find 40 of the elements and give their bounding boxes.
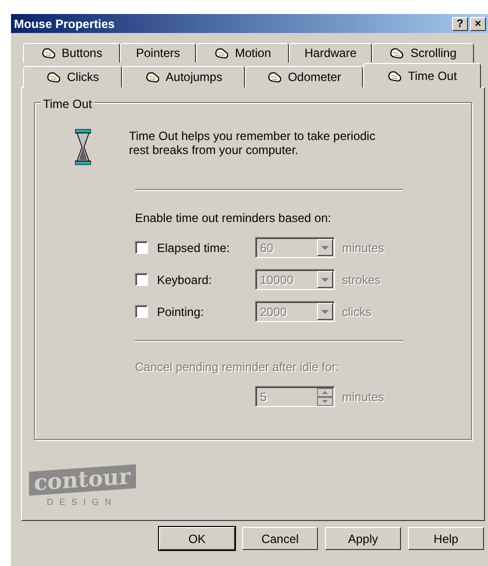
logo-tagline: DESIGN xyxy=(46,496,118,509)
dialog-button[interactable]: Help xyxy=(408,527,484,550)
dropdown-arrow-icon xyxy=(320,244,330,250)
tab[interactable]: Odometer xyxy=(245,66,363,88)
checkbox-label: Pointing: xyxy=(157,304,205,320)
tab[interactable]: Autojumps xyxy=(122,66,245,88)
tab[interactable]: Motion xyxy=(196,43,289,63)
tab[interactable]: Clicks xyxy=(23,66,122,88)
mouse-icon xyxy=(389,46,406,60)
unit-label: strokes xyxy=(342,272,381,288)
description-text: Time Out helps you remember to take periodic rest breaks from your computer. xyxy=(129,129,376,159)
idle-label: Cancel pending reminder after idle for: xyxy=(135,359,340,376)
mouse-icon xyxy=(387,70,404,82)
window-title: Mouse Properties xyxy=(14,16,115,32)
tab[interactable]: Buttons xyxy=(23,43,120,63)
mouse-icon xyxy=(46,70,62,84)
tab[interactable]: Time Out xyxy=(363,63,481,88)
dialog-button[interactable]: Apply xyxy=(325,527,401,550)
dialog-button[interactable]: OK xyxy=(159,527,235,550)
tab[interactable]: Hardware xyxy=(289,43,372,63)
dropdown-arrow-icon xyxy=(320,276,330,282)
dialog-button[interactable]: Cancel xyxy=(242,527,318,550)
close-button[interactable]: × xyxy=(470,16,486,30)
mouse-icon xyxy=(40,46,57,60)
spin-up-icon[interactable] xyxy=(317,388,333,396)
hourglass-icon xyxy=(75,129,91,165)
unit-label: minutes xyxy=(342,240,384,256)
tab[interactable]: Pointers xyxy=(120,43,196,63)
checkbox-label: Elapsed time: xyxy=(157,240,231,256)
unit-label: minutes xyxy=(342,388,384,406)
mouse-icon xyxy=(144,70,161,84)
reminders-label: Enable time out reminders based on: xyxy=(135,210,332,227)
tab[interactable]: Scrolling xyxy=(372,43,474,63)
checkbox-label: Keyboard: xyxy=(157,272,213,288)
mouse-icon xyxy=(214,46,230,60)
unit-label: clicks xyxy=(342,304,372,320)
dropdown-arrow-icon xyxy=(320,308,330,314)
mouse-icon xyxy=(266,70,283,84)
help-button[interactable]: ? xyxy=(452,16,468,30)
logo-wordmark: contour xyxy=(28,464,136,496)
